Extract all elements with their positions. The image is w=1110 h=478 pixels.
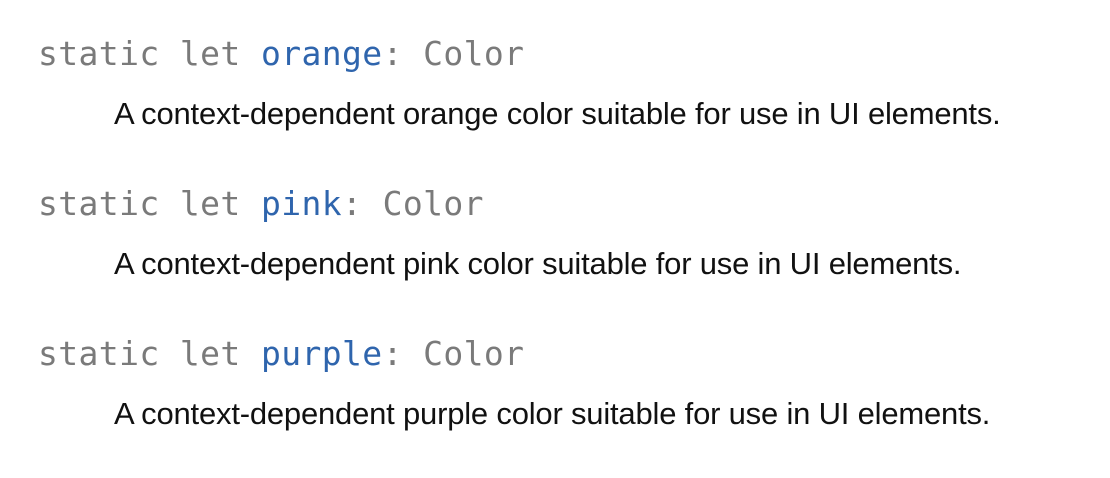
symbol-link-orange[interactable]: orange [261, 34, 383, 73]
declaration-type: Color [423, 34, 525, 73]
symbol-entry-pink: static let pink: Color A context-depende… [38, 178, 1098, 328]
declaration-keywords: static let [38, 184, 261, 223]
declaration-keywords: static let [38, 334, 261, 373]
symbol-link-pink[interactable]: pink [261, 184, 342, 223]
symbol-abstract: A context-dependent purple color suitabl… [114, 396, 991, 431]
symbol-link-purple[interactable]: purple [261, 334, 383, 373]
declaration-type: Color [382, 184, 484, 223]
symbol-entry-orange: static let orange: Color A context-depen… [38, 28, 1098, 178]
declaration-type: Color [423, 334, 525, 373]
symbol-abstract: A context-dependent orange color suitabl… [114, 96, 1001, 131]
declaration-keywords: static let [38, 34, 261, 73]
declaration: static let pink: Color [38, 182, 484, 226]
declaration: static let purple: Color [38, 332, 524, 376]
symbol-entry-purple: static let purple: Color A context-depen… [38, 328, 1098, 478]
declaration-separator: : [342, 184, 383, 223]
declaration: static let orange: Color [38, 32, 524, 76]
declaration-separator: : [382, 34, 424, 73]
symbol-abstract: A context-dependent pink color suitable … [114, 246, 962, 281]
symbol-list: static let orange: Color A context-depen… [38, 28, 1098, 478]
declaration-separator: : [382, 334, 424, 373]
